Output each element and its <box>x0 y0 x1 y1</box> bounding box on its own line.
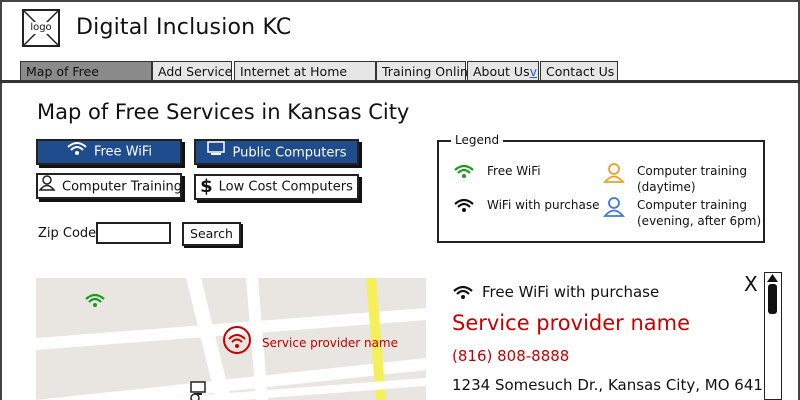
tab-training-online[interactable]: Training Online <box>376 61 476 82</box>
computer-training-filter-button[interactable]: Computer Training <box>36 173 182 199</box>
tab-internet-at-home[interactable]: Internet at Home <box>234 61 376 82</box>
search-button[interactable]: Search <box>182 222 241 246</box>
service-provider-name[interactable]: Service provider name <box>452 311 690 335</box>
wifi-icon[interactable] <box>84 292 106 312</box>
logo-text: logo <box>30 22 52 34</box>
filter-label: Low Cost Computers <box>218 179 353 195</box>
wifi-icon <box>453 197 475 217</box>
chevron-down-icon[interactable]: v <box>530 64 537 79</box>
dollar-icon: $ <box>200 176 213 197</box>
legend-title: Legend <box>451 133 504 147</box>
filter-label: Free WiFi <box>93 144 153 160</box>
service-phone[interactable]: (816) 808-8888 <box>452 347 569 365</box>
scroll-thumb[interactable] <box>768 284 777 314</box>
legend-label: Free WiFi <box>487 164 541 178</box>
zip-code-label: Zip Code: <box>38 226 101 241</box>
tab-label: About Us <box>473 64 530 79</box>
service-type: Free WiFi with purchase <box>482 283 660 301</box>
wifi-icon <box>452 284 474 304</box>
site-title: Digital Inclusion KC <box>76 15 292 40</box>
legend-label: Computer training (daytime) <box>637 164 747 194</box>
map-marker-label: Service provider name <box>262 336 399 350</box>
public-computers-filter-button[interactable]: Public Computers <box>194 139 359 165</box>
scroll-up-icon[interactable] <box>767 274 778 282</box>
service-address: 1234 Somesuch Dr., Kansas City, MO 64108 <box>452 376 782 394</box>
tab-label: Add Service <box>158 64 233 79</box>
legend-label: WiFi with purchase <box>487 198 600 212</box>
logo[interactable]: logo <box>22 9 60 47</box>
filter-label: Computer Training <box>62 179 183 195</box>
tab-add-service[interactable]: Add Service <box>152 61 232 82</box>
low-cost-computers-filter-button[interactable]: $ Low Cost Computers <box>194 174 359 200</box>
legend-label: Computer training (evening, after 6pm) <box>637 198 762 228</box>
zip-code-input[interactable] <box>96 222 171 244</box>
tab-label: Training Online <box>382 64 476 79</box>
free-wifi-filter-button[interactable]: Free WiFi <box>36 139 182 165</box>
computer-icon[interactable] <box>186 380 210 400</box>
tab-label: Contact Us <box>546 64 615 79</box>
person-icon <box>603 197 625 221</box>
tab-label: Map of Free <box>26 64 99 79</box>
person-icon <box>38 175 56 199</box>
computer-icon <box>206 141 226 165</box>
page-title: Map of Free Services in Kansas City <box>37 100 410 124</box>
legend: Legend Free WiFi WiFi with purchase Comp… <box>437 133 765 243</box>
map-marker-selected[interactable] <box>222 325 252 359</box>
tab-bar-divider <box>0 80 800 83</box>
detail-scrollbar[interactable] <box>764 272 782 400</box>
tab-contact-us[interactable]: Contact Us <box>540 61 618 82</box>
filter-label: Public Computers <box>232 145 347 161</box>
wifi-icon <box>66 141 88 163</box>
tab-label: Internet at Home <box>240 64 348 79</box>
person-icon <box>603 163 625 187</box>
tab-map-of-free[interactable]: Map of Free <box>20 61 152 82</box>
close-icon[interactable]: X <box>744 272 758 296</box>
wifi-icon <box>453 163 475 183</box>
tab-about-us[interactable]: About Usv <box>467 61 539 82</box>
